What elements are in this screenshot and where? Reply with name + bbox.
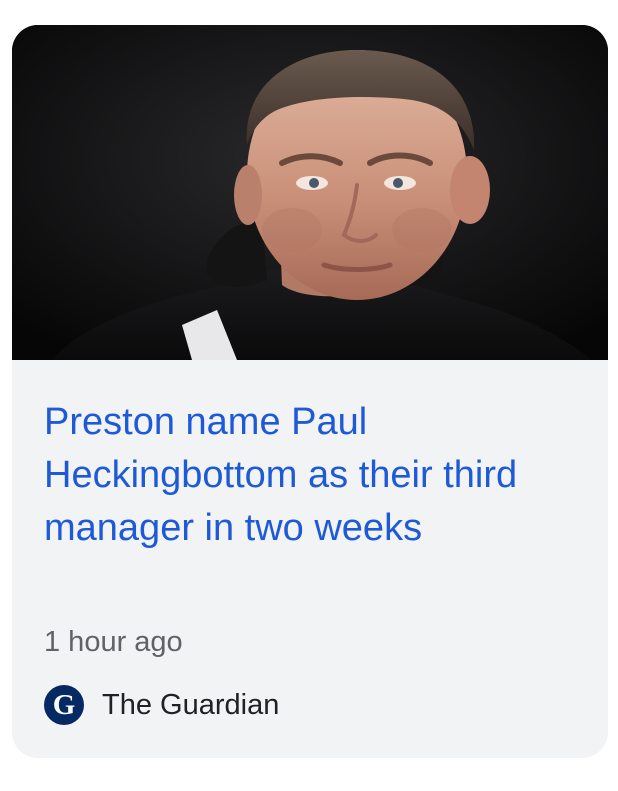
published-time: 1 hour ago bbox=[44, 626, 183, 658]
guardian-logo-icon: G bbox=[44, 685, 84, 725]
portrait-illustration bbox=[12, 25, 608, 360]
article-headline-link[interactable]: Preston name Paul Heckingbottom as their… bbox=[44, 396, 564, 555]
source-name: The Guardian bbox=[102, 688, 280, 721]
article-thumbnail[interactable] bbox=[12, 25, 608, 360]
article-body: Preston name Paul Heckingbottom as their… bbox=[12, 360, 608, 758]
source-attribution: G The Guardian bbox=[44, 685, 279, 725]
news-card[interactable]: Preston name Paul Heckingbottom as their… bbox=[12, 25, 608, 758]
